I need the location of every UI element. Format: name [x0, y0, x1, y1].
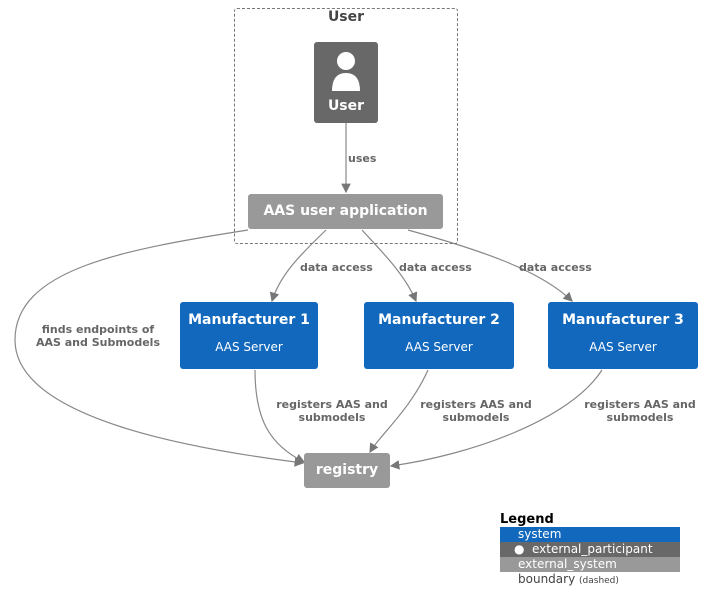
reg1-line2: submodels [298, 411, 366, 424]
manufacturer-3-desc: AAS Server [589, 340, 657, 354]
edge-label-reg3: registers AAS and submodels [574, 398, 706, 424]
reg3-line2: submodels [606, 411, 674, 424]
legend-system: system [500, 527, 680, 542]
legend-external-system: external_system [500, 557, 680, 572]
manufacturer-3-label: Manufacturer 3 [562, 312, 684, 328]
finds-line2: AAS and Submodels [35, 336, 161, 349]
manufacturer-1[interactable]: Manufacturer 1 AAS Server [180, 302, 318, 369]
manufacturer-2-label: Manufacturer 2 [378, 312, 500, 328]
legend-title: Legend [500, 512, 554, 527]
aas-user-application[interactable]: AAS user application [248, 194, 443, 229]
edge-label-reg1: registers AAS and submodels [266, 398, 398, 424]
reg3-line1: registers AAS and [584, 398, 696, 411]
edge-label-reg2: registers AAS and submodels [410, 398, 542, 424]
manufacturer-2-desc: AAS Server [405, 340, 473, 354]
registry[interactable]: registry [304, 453, 390, 488]
legend-boundary-label: boundary [518, 572, 576, 586]
edge-label-da2: data access [399, 261, 472, 274]
legend-boundary-note: (dashed) [579, 576, 619, 586]
reg2-line2: submodels [442, 411, 510, 424]
legend-participant-label: external_participant [532, 542, 653, 556]
legend: Legend system ● external_participant exte… [500, 512, 680, 587]
legend-external-participant: ● external_participant [500, 542, 680, 557]
edge-label-uses: uses [348, 152, 377, 165]
reg1-line1: registers AAS and [276, 398, 388, 411]
manufacturer-3[interactable]: Manufacturer 3 AAS Server [548, 302, 698, 369]
edge-label-da3: data access [519, 261, 592, 274]
user-person[interactable]: User [314, 42, 378, 123]
person-icon: ● [514, 542, 525, 556]
reg2-line1: registers AAS and [420, 398, 532, 411]
manufacturer-2[interactable]: Manufacturer 2 AAS Server [364, 302, 514, 369]
edge-label-finds: finds endpoints of AAS and Submodels [28, 323, 168, 349]
legend-external-label: external_system [518, 557, 617, 571]
person-icon [332, 52, 360, 91]
manufacturer-1-desc: AAS Server [215, 340, 283, 354]
user-label: User [327, 98, 365, 114]
manufacturer-1-label: Manufacturer 1 [188, 312, 310, 328]
legend-system-label: system [518, 527, 562, 541]
boundary-label: User [327, 9, 365, 25]
edge-label-da1: data access [300, 261, 373, 274]
legend-boundary: boundary (dashed) [500, 572, 680, 587]
finds-line1: finds endpoints of [41, 323, 155, 336]
